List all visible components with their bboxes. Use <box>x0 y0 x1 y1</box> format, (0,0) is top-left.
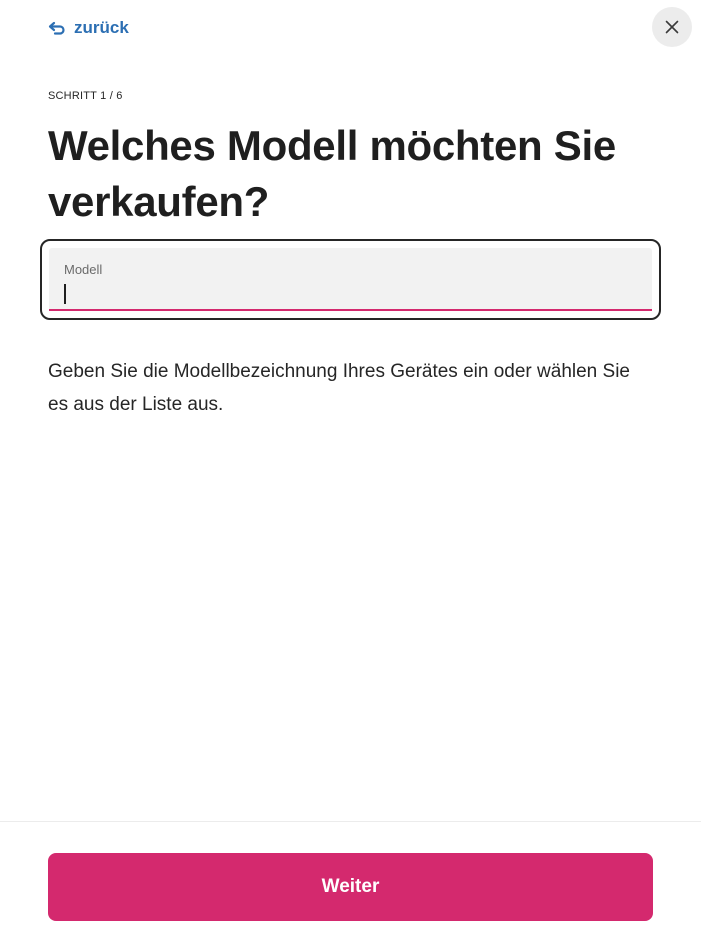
help-text: Geben Sie die Modellbezeichnung Ihres Ge… <box>48 361 630 415</box>
sell-device-step-page: zurück SCHRITT 1 / 6 Welches Modell möch… <box>0 0 701 937</box>
back-link-label: zurück <box>74 18 129 37</box>
step-indicator: SCHRITT 1 / 6 <box>48 90 123 102</box>
back-arrow-icon <box>48 21 66 35</box>
back-link[interactable]: zurück <box>48 18 129 38</box>
next-button[interactable]: Weiter <box>48 853 653 921</box>
model-field-box[interactable]: Modell <box>49 248 652 311</box>
model-field[interactable]: Modell <box>40 239 661 320</box>
model-input[interactable] <box>64 281 624 305</box>
page-title: Welches Modell möchten Sie verkaufen? <box>48 122 616 225</box>
footer-divider <box>0 821 701 822</box>
text-caret <box>64 284 66 304</box>
close-button[interactable] <box>652 7 692 47</box>
close-icon <box>665 20 679 34</box>
model-field-label: Modell <box>64 262 103 277</box>
